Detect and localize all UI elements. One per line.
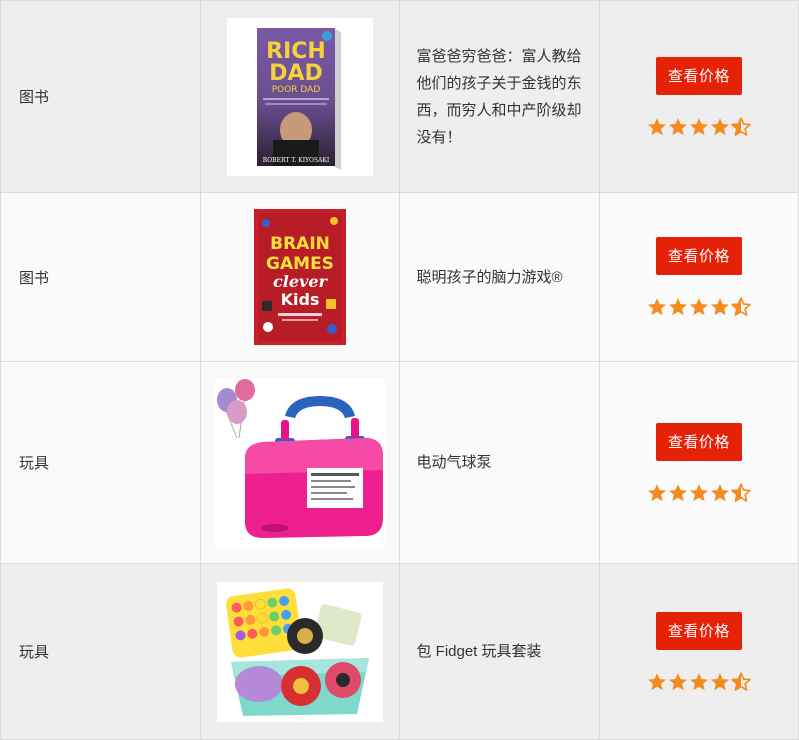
svg-text:BRAIN: BRAIN <box>270 234 330 254</box>
view-price-button[interactable]: 查看价格 <box>655 237 742 275</box>
product-image-fidget-set[interactable] <box>217 581 384 722</box>
star-full-icon <box>647 297 667 317</box>
price-cell: 查看价格 <box>598 0 799 193</box>
star-half-icon <box>731 483 751 503</box>
price-cell: 查看价格 <box>598 192 799 362</box>
category-cell: 图书 <box>0 192 202 362</box>
star-rating <box>600 117 798 137</box>
product-description: 包 Fidget 玩具套装 <box>399 563 600 740</box>
star-half-icon <box>731 672 751 692</box>
product-image-balloon-pump[interactable] <box>215 377 386 548</box>
star-full-icon <box>710 117 730 137</box>
view-price-button[interactable]: 查看价格 <box>655 56 742 95</box>
book-cover-icon: RICH DAD POOR DAD ROBERT T. KIYOSAKI <box>257 27 342 170</box>
view-price-button[interactable]: 查看价格 <box>655 611 742 650</box>
image-cell: BRAIN GAMES clever Kids <box>200 192 401 362</box>
star-half-icon <box>731 297 751 317</box>
svg-text:clever: clever <box>273 272 328 291</box>
image-cell: RICH DAD POOR DAD ROBERT T. KIYOSAKI <box>200 0 401 193</box>
star-full-icon <box>668 297 688 317</box>
star-full-icon <box>668 117 688 137</box>
product-image-brain-games-book[interactable]: BRAIN GAMES clever Kids <box>254 209 347 345</box>
product-description: 电动气球泵 <box>399 361 600 564</box>
svg-text:POOR DAD: POOR DAD <box>272 85 321 95</box>
svg-text:GAMES: GAMES <box>266 254 334 274</box>
star-full-icon <box>689 483 709 503</box>
balloon-pump-icon <box>217 378 384 538</box>
star-rating <box>600 672 798 692</box>
svg-text:Kids: Kids <box>281 290 320 309</box>
svg-text:ROBERT T. KIYOSAKI: ROBERT T. KIYOSAKI <box>263 157 330 164</box>
product-table: 图书 RICH DAD POOR DAD ROBERT T. KIYOSAKI … <box>0 0 799 740</box>
star-full-icon <box>689 672 709 692</box>
view-price-button[interactable]: 查看价格 <box>655 422 742 461</box>
table-row: 图书 BRAIN GAMES clever Kids 聪明孩子的脑力游戏® 查看… <box>0 192 799 362</box>
star-full-icon <box>710 297 730 317</box>
star-full-icon <box>689 117 709 137</box>
price-cell: 查看价格 <box>598 361 799 564</box>
book-cover-icon: BRAIN GAMES clever Kids <box>254 209 347 345</box>
table-row: 玩具 <box>0 361 799 564</box>
star-rating <box>600 483 798 503</box>
image-cell <box>200 361 401 564</box>
product-image-rich-dad-book[interactable]: RICH DAD POOR DAD ROBERT T. KIYOSAKI <box>227 17 374 176</box>
star-full-icon <box>647 672 667 692</box>
category-cell: 玩具 <box>0 563 202 740</box>
fidget-toys-icon <box>226 587 370 716</box>
star-full-icon <box>710 483 730 503</box>
star-full-icon <box>647 117 667 137</box>
product-description: 聪明孩子的脑力游戏® <box>399 192 600 362</box>
star-full-icon <box>647 483 667 503</box>
star-half-icon <box>731 117 751 137</box>
table-row: 玩具 <box>0 563 799 740</box>
star-full-icon <box>668 483 688 503</box>
product-description: 富爸爸穷爸爸：富人教给他们的孩子关于金钱的东西，而穷人和中产阶级却没有！ <box>399 0 600 193</box>
price-cell: 查看价格 <box>598 563 799 740</box>
star-rating <box>600 297 798 317</box>
table-row: 图书 RICH DAD POOR DAD ROBERT T. KIYOSAKI … <box>0 0 799 193</box>
star-full-icon <box>710 672 730 692</box>
star-full-icon <box>689 297 709 317</box>
svg-text:DAD: DAD <box>270 61 324 86</box>
star-full-icon <box>668 672 688 692</box>
category-cell: 玩具 <box>0 361 202 564</box>
category-cell: 图书 <box>0 0 202 193</box>
image-cell <box>200 563 401 740</box>
